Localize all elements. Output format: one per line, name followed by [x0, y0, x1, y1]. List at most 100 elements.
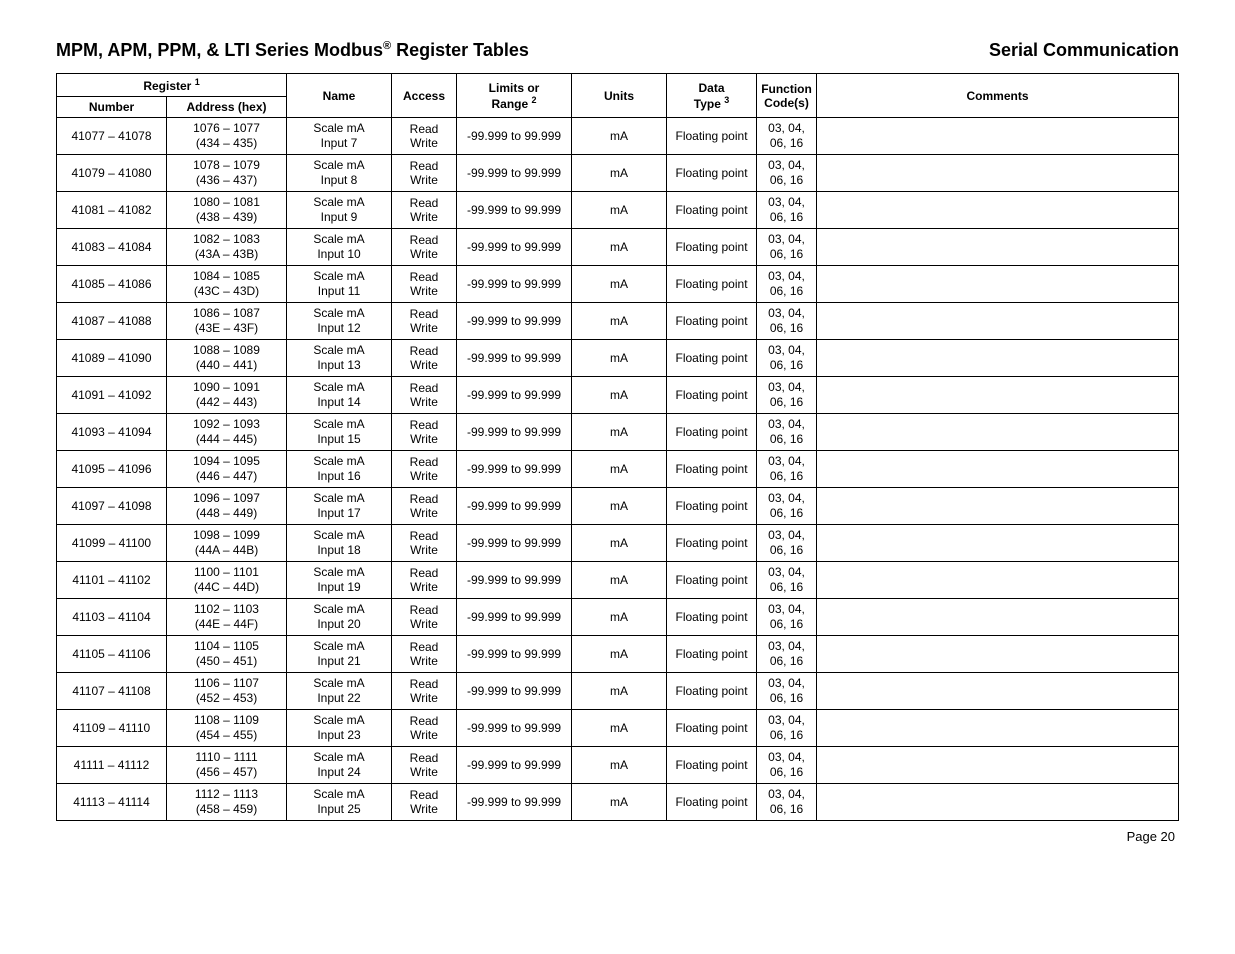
cell-access: Read Write [392, 340, 457, 377]
table-row: 41107 – 411081106 – 1107(452 – 453)Scale… [57, 673, 1179, 710]
header-row-1: Register 1 Name Access Limits orRange 2 … [57, 74, 1179, 97]
cell-function: 03, 04,06, 16 [757, 710, 817, 747]
cell-reg-name: Scale mAInput 9 [287, 192, 392, 229]
cell-datatype: Floating point [667, 377, 757, 414]
cell-datatype: Floating point [667, 155, 757, 192]
col-datatype: DataType 3 [667, 74, 757, 118]
cell-address: 1080 – 1081(438 – 439) [167, 192, 287, 229]
cell-comments [817, 562, 1179, 599]
table-row: 41093 – 410941092 – 1093(444 – 445)Scale… [57, 414, 1179, 451]
cell-units: mA [572, 377, 667, 414]
cell-comments [817, 118, 1179, 155]
cell-address: 1078 – 1079(436 – 437) [167, 155, 287, 192]
cell-reg-name: Scale mAInput 11 [287, 266, 392, 303]
cell-address: 1092 – 1093(444 – 445) [167, 414, 287, 451]
cell-comments [817, 673, 1179, 710]
cell-address: 1096 – 1097(448 – 449) [167, 488, 287, 525]
cell-units: mA [572, 229, 667, 266]
cell-datatype: Floating point [667, 710, 757, 747]
cell-function: 03, 04,06, 16 [757, 266, 817, 303]
cell-address: 1106 – 1107(452 – 453) [167, 673, 287, 710]
cell-comments [817, 784, 1179, 821]
table-row: 41087 – 410881086 – 1087(43E – 43F)Scale… [57, 303, 1179, 340]
cell-number: 41093 – 41094 [57, 414, 167, 451]
cell-number: 41079 – 41080 [57, 155, 167, 192]
cell-units: mA [572, 710, 667, 747]
table-row: 41081 – 410821080 – 1081(438 – 439)Scale… [57, 192, 1179, 229]
cell-number: 41081 – 41082 [57, 192, 167, 229]
table-row: 41091 – 410921090 – 1091(442 – 443)Scale… [57, 377, 1179, 414]
cell-address: 1104 – 1105(450 – 451) [167, 636, 287, 673]
cell-reg-name: Scale mAInput 18 [287, 525, 392, 562]
cell-function: 03, 04,06, 16 [757, 377, 817, 414]
cell-access: Read Write [392, 451, 457, 488]
cell-access: Read Write [392, 636, 457, 673]
cell-number: 41095 – 41096 [57, 451, 167, 488]
cell-access: Read Write [392, 784, 457, 821]
page-title-right: Serial Communication [989, 40, 1179, 61]
cell-limits: -99.999 to 99.999 [457, 636, 572, 673]
page-title-left: MPM, APM, PPM, & LTI Series Modbus® Regi… [56, 40, 529, 61]
cell-access: Read Write [392, 710, 457, 747]
cell-comments [817, 229, 1179, 266]
cell-number: 41085 – 41086 [57, 266, 167, 303]
page-header: MPM, APM, PPM, & LTI Series Modbus® Regi… [56, 40, 1179, 61]
cell-function: 03, 04,06, 16 [757, 562, 817, 599]
cell-datatype: Floating point [667, 340, 757, 377]
cell-datatype: Floating point [667, 414, 757, 451]
cell-address: 1098 – 1099(44A – 44B) [167, 525, 287, 562]
table-row: 41109 – 411101108 – 1109(454 – 455)Scale… [57, 710, 1179, 747]
cell-function: 03, 04,06, 16 [757, 747, 817, 784]
cell-address: 1082 – 1083(43A – 43B) [167, 229, 287, 266]
cell-reg-name: Scale mAInput 16 [287, 451, 392, 488]
cell-units: mA [572, 562, 667, 599]
cell-datatype: Floating point [667, 747, 757, 784]
cell-units: mA [572, 636, 667, 673]
table-head: Register 1 Name Access Limits orRange 2 … [57, 74, 1179, 118]
table-row: 41083 – 410841082 – 1083(43A – 43B)Scale… [57, 229, 1179, 266]
cell-reg-name: Scale mAInput 20 [287, 599, 392, 636]
table-row: 41089 – 410901088 – 1089(440 – 441)Scale… [57, 340, 1179, 377]
cell-comments [817, 414, 1179, 451]
cell-datatype: Floating point [667, 266, 757, 303]
table-row: 41099 – 411001098 – 1099(44A – 44B)Scale… [57, 525, 1179, 562]
cell-access: Read Write [392, 155, 457, 192]
cell-comments [817, 377, 1179, 414]
cell-datatype: Floating point [667, 118, 757, 155]
cell-units: mA [572, 451, 667, 488]
cell-reg-name: Scale mAInput 13 [287, 340, 392, 377]
cell-number: 41077 – 41078 [57, 118, 167, 155]
cell-address: 1112 – 1113(458 – 459) [167, 784, 287, 821]
table-row: 41079 – 410801078 – 1079(436 – 437)Scale… [57, 155, 1179, 192]
cell-function: 03, 04,06, 16 [757, 599, 817, 636]
cell-comments [817, 525, 1179, 562]
cell-limits: -99.999 to 99.999 [457, 710, 572, 747]
cell-function: 03, 04,06, 16 [757, 451, 817, 488]
cell-comments [817, 340, 1179, 377]
cell-limits: -99.999 to 99.999 [457, 192, 572, 229]
cell-units: mA [572, 192, 667, 229]
cell-number: 41109 – 41110 [57, 710, 167, 747]
col-comments: Comments [817, 74, 1179, 118]
cell-datatype: Floating point [667, 636, 757, 673]
cell-number: 41091 – 41092 [57, 377, 167, 414]
table-row: 41101 – 411021100 – 1101(44C – 44D)Scale… [57, 562, 1179, 599]
cell-number: 41107 – 41108 [57, 673, 167, 710]
cell-datatype: Floating point [667, 673, 757, 710]
cell-number: 41087 – 41088 [57, 303, 167, 340]
cell-reg-name: Scale mAInput 15 [287, 414, 392, 451]
cell-reg-name: Scale mAInput 8 [287, 155, 392, 192]
title-left-sup: ® [383, 40, 391, 52]
cell-access: Read Write [392, 488, 457, 525]
col-name: Name [287, 74, 392, 118]
cell-number: 41111 – 41112 [57, 747, 167, 784]
cell-comments [817, 710, 1179, 747]
cell-function: 03, 04,06, 16 [757, 525, 817, 562]
cell-number: 41089 – 41090 [57, 340, 167, 377]
cell-access: Read Write [392, 599, 457, 636]
cell-number: 41105 – 41106 [57, 636, 167, 673]
cell-access: Read Write [392, 414, 457, 451]
cell-function: 03, 04,06, 16 [757, 229, 817, 266]
cell-comments [817, 636, 1179, 673]
cell-function: 03, 04,06, 16 [757, 118, 817, 155]
